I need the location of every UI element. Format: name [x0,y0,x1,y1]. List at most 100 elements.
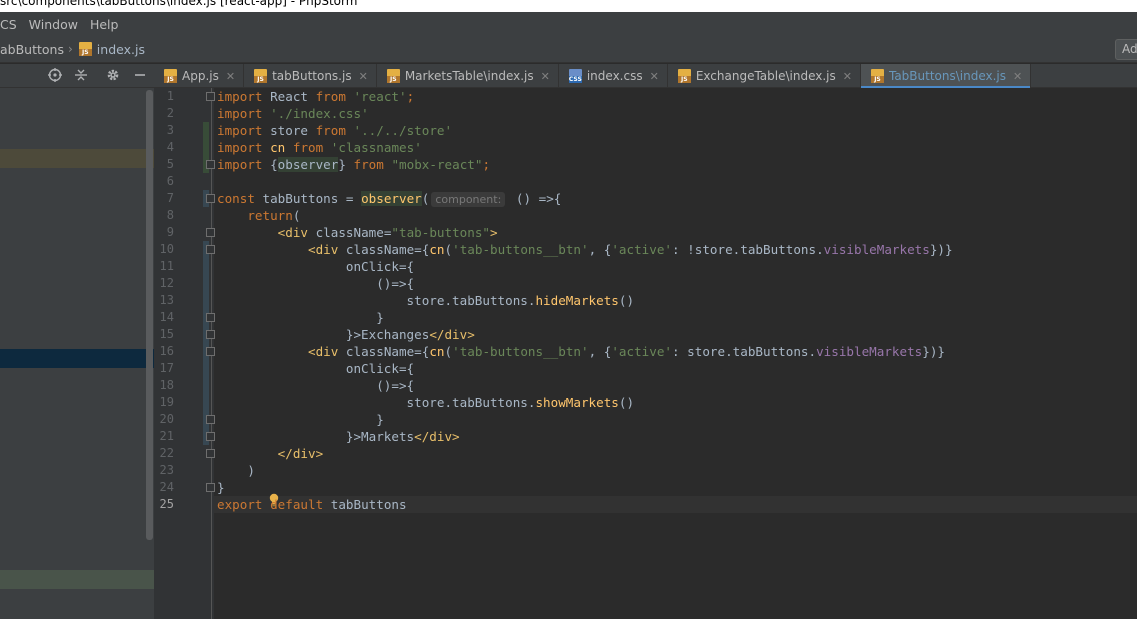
close-icon[interactable]: ✕ [541,70,550,83]
project-scrollbar[interactable] [146,90,153,540]
line-number: 14 [159,310,174,324]
line-number: 7 [166,191,174,205]
fold-marker-icon[interactable] [206,245,215,254]
fold-marker-icon[interactable] [206,415,215,424]
line-number: 11 [159,259,174,273]
line-number: 4 [166,140,174,154]
css-file-icon: CSS [568,69,582,83]
project-tool-window [0,64,154,619]
fold-marker-icon[interactable] [206,432,215,441]
line-number: 20 [159,412,174,426]
tab-exchangetable-index-js[interactable]: JS ExchangeTable\index.js ✕ [668,64,861,88]
line-number: 16 [159,344,174,358]
js-file-icon: JS [164,69,177,83]
code-line-24: } [217,479,279,507]
fold-marker-icon[interactable] [206,228,215,237]
navigation-bar: abButtons › JS index.js Ad [0,36,1137,63]
code-line-22: </div> [277,446,324,461]
breadcrumb-separator-icon: › [67,42,73,56]
menu-vcs[interactable]: CS [0,17,17,32]
line-number: 5 [166,157,174,171]
line-number: 24 [159,480,174,494]
line-number: 10 [159,242,174,256]
code-line-9: <div className="tab-buttons"> [277,225,498,240]
code-line-25: export default tabButtons [217,497,407,512]
collapse-all-icon[interactable] [73,68,89,84]
menu-help[interactable]: Help [90,17,119,32]
menu-bar: CS Window Help [0,12,1137,36]
code-line-16: <div className={cn('tab-buttons__btn', {… [308,344,945,359]
fold-marker-icon[interactable] [206,347,215,356]
code-line-3: import store from '../../store' [217,123,453,138]
project-tree-row-selected[interactable] [0,349,154,368]
line-number: 3 [166,123,174,137]
breadcrumb-file[interactable]: JS index.js [78,42,145,57]
editor-tab-bar: JS App.js ✕ JS tabButtons.js ✕ JS Market… [154,64,1137,89]
code-line-7: const tabButtons = observer(component: (… [217,191,562,207]
line-number: 9 [166,225,174,239]
parameter-hint: component: [431,192,506,207]
menu-window[interactable]: Window [29,17,78,32]
line-number: 12 [159,276,174,290]
code-line-19: store.tabButtons.showMarkets() [217,395,635,410]
locate-file-icon[interactable] [47,68,63,84]
line-number: 21 [159,429,174,443]
line-number: 15 [159,327,174,341]
code-line-5: import {observer} from "mobx-react"; [217,157,491,172]
fold-marker-icon[interactable] [206,313,215,322]
line-number: 8 [166,208,174,222]
fold-marker-icon[interactable] [206,160,215,169]
line-number: 19 [159,395,174,409]
tab-app-js[interactable]: JS App.js ✕ [154,64,245,88]
code-line-10: <div className={cn('tab-buttons__btn', {… [308,242,953,257]
code-line-8: return( [247,208,301,223]
gear-icon[interactable] [105,68,121,84]
js-file-icon: JS [870,69,884,83]
close-icon[interactable]: ✕ [650,70,659,83]
code-line-11: onClick={ [217,259,415,274]
code-editor[interactable]: 1 2 3 4 5 6 7 8 9 10 11 12 13 14 15 16 17 18 19 20 21 22 23 24 2… [154,88,1137,619]
close-icon[interactable]: ✕ [359,70,368,83]
line-number: 25 [159,497,174,511]
fold-marker-icon[interactable] [206,194,215,203]
line-number: 18 [159,378,174,392]
js-file-icon: JS [78,42,92,56]
project-tree-row-modified[interactable] [0,570,154,589]
line-number: 6 [166,174,174,188]
add-configuration-button[interactable]: Ad [1115,39,1137,60]
code-line-1: import React from 'react'; [217,89,415,104]
close-icon[interactable]: ✕ [1013,70,1022,83]
line-number: 17 [159,361,174,375]
code-line-13: store.tabButtons.hideMarkets() [217,293,635,308]
fold-marker-icon[interactable] [206,449,215,458]
lightbulb-icon[interactable] [225,479,279,507]
tab-marketstable-index-js[interactable]: JS MarketsTable\index.js ✕ [377,64,559,88]
code-line-20: } [217,412,384,427]
line-number: 22 [159,446,174,460]
code-line-4: import cn from 'classnames' [217,140,422,155]
project-toolbar [0,64,154,88]
code-line-15: }>Exchanges</div> [217,327,475,342]
window-title: src\components\tabButtons\index.js [reac… [0,0,358,8]
window-titlebar: src\components\tabButtons\index.js [reac… [0,0,1137,12]
code-line-21: }>Markets</div> [217,429,460,444]
code-line-23: ) [217,463,255,478]
fold-marker-icon[interactable] [206,483,215,492]
tab-tabbuttons-js[interactable]: JS tabButtons.js ✕ [244,64,377,88]
tab-index-css[interactable]: CSS index.css ✕ [559,64,668,88]
close-icon[interactable]: ✕ [843,70,852,83]
code-line-17: onClick={ [217,361,415,376]
line-number: 1 [166,89,174,103]
hide-panel-icon[interactable] [132,68,148,84]
close-icon[interactable]: ✕ [226,70,235,83]
tab-tabbuttons-index-js[interactable]: JS TabButtons\index.js ✕ [860,64,1032,89]
line-number: 13 [159,293,174,307]
code-line-18: ()=>{ [217,378,415,393]
code-line-12: ()=>{ [217,276,415,291]
js-file-icon: JS [254,69,268,83]
fold-marker-icon[interactable] [206,92,215,101]
fold-marker-icon[interactable] [206,330,215,339]
project-tree-row-highlight[interactable] [0,149,154,168]
code-line-2: import './index.css' [217,106,369,121]
breadcrumb-folder[interactable]: abButtons [0,42,64,57]
